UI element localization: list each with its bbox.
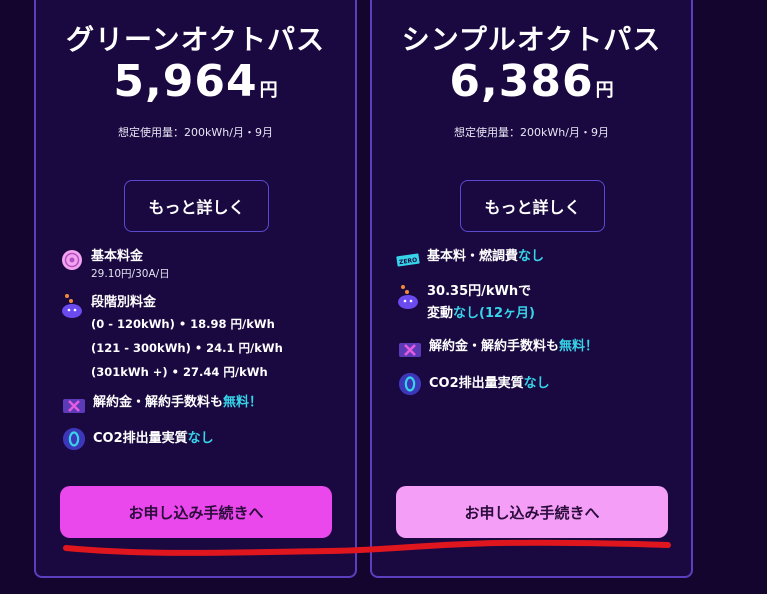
feature-rate: 30.35円/kWhで 変動なし(12ヶ月) (396, 281, 535, 325)
cancel-text: 解約金・解約手数料も (429, 339, 560, 354)
usage-note: 想定使用量：200kWh/月・9月 (454, 126, 609, 139)
plan-comparison: グリーンオクトパス 5,964 円 想定使用量：200kWh/月・9月 もっと詳し… (0, 0, 767, 594)
price-currency: 円 (259, 80, 278, 101)
co2-highlight: なし (187, 431, 214, 446)
rate-line1: 30.35円/kWhで (427, 284, 532, 299)
price: 5,964 円 (36, 56, 355, 107)
x-ticket-icon (398, 338, 422, 362)
x-ticket-icon (62, 394, 86, 418)
co2-text: CO2排出量実質 (429, 376, 524, 391)
tier-3: (301kWh +) • 27.44 円/kWh (91, 365, 268, 379)
plan-card-simple: シンプルオクトパス 6,386 円 想定使用量：200kWh/月・9月 もっと詳し… (370, 0, 693, 578)
rate-line2: 変動 (427, 306, 454, 321)
feature-tiered: 段階別料金 (0 - 120kWh) • 18.98 円/kWh (121 - … (60, 294, 283, 384)
plan-title: グリーンオクトパス (65, 23, 326, 56)
tiered-title: 段階別料金 (91, 295, 157, 310)
plan-title: シンプルオクトパス (401, 23, 662, 56)
zero-badge-icon (398, 372, 422, 396)
zero-tag-icon: ZERO (396, 248, 420, 272)
price: 6,386 円 (372, 56, 691, 107)
feature-basic-zero: ZERO 基本料・燃調費なし (396, 248, 544, 272)
feature-cancel: 解約金・解約手数料も無料！ (398, 338, 598, 362)
cancel-highlight: 無料！ (559, 339, 599, 354)
basic-highlight: なし (518, 249, 545, 264)
tier-2: (121 - 300kWh) • 24.1 円/kWh (91, 341, 283, 355)
apply-button[interactable]: お申し込み手続きへ (60, 486, 332, 538)
price-amount: 5,964 (113, 56, 258, 107)
more-details-button[interactable]: もっと詳しく (124, 180, 269, 232)
rate-highlight: なし(12ヶ月) (453, 306, 535, 321)
zero-badge-icon (62, 427, 86, 451)
zero-tag-text: ZERO (399, 257, 418, 266)
octopus-icon (60, 294, 84, 318)
feature-basic-fee: 基本料金 29.10円/30A/日 (60, 248, 170, 282)
basic-fee-value: 29.10円/30A/日 (91, 268, 170, 280)
cancel-text: 解約金・解約手数料も (93, 395, 224, 410)
coin-icon (60, 248, 84, 272)
co2-highlight: なし (523, 376, 550, 391)
price-amount: 6,386 (449, 56, 594, 107)
price-currency: 円 (595, 80, 614, 101)
basic-text: 基本料・燃調費 (427, 249, 519, 264)
apply-button[interactable]: お申し込み手続きへ (396, 486, 668, 538)
basic-fee-title: 基本料金 (91, 249, 144, 264)
feature-cancel: 解約金・解約手数料も無料！ (62, 394, 262, 418)
plan-card-green: グリーンオクトパス 5,964 円 想定使用量：200kWh/月・9月 もっと詳し… (34, 0, 357, 578)
octopus-icon (396, 285, 420, 309)
cancel-highlight: 無料！ (223, 395, 263, 410)
feature-co2: CO2排出量実質なし (62, 427, 214, 451)
co2-text: CO2排出量実質 (93, 431, 188, 446)
feature-co2: CO2排出量実質なし (398, 372, 550, 396)
usage-note: 想定使用量：200kWh/月・9月 (118, 126, 273, 139)
more-details-button[interactable]: もっと詳しく (460, 180, 605, 232)
tier-1: (0 - 120kWh) • 18.98 円/kWh (91, 317, 275, 331)
